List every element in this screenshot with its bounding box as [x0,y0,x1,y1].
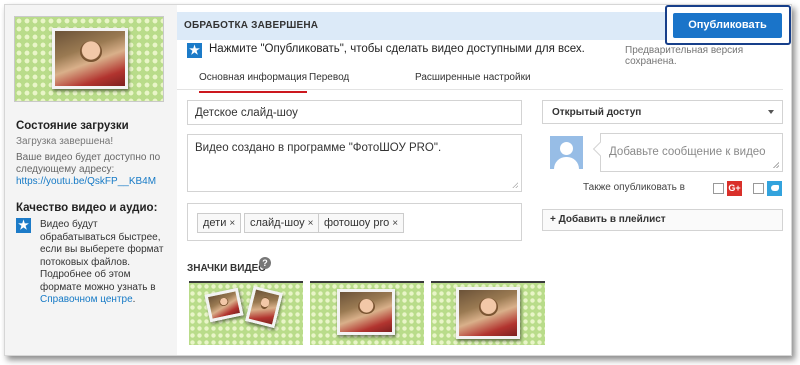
quality-title: Качество видео и аудио: [16,202,158,214]
add-to-playlist-button[interactable]: + Добавить в плейлист [542,209,783,231]
photo-frame [204,287,244,323]
tag-chip: дети × [197,213,242,233]
upload-status-title: Состояние загрузки [16,120,129,132]
upload-panel: Состояние загрузки Загрузка завершена! В… [4,4,792,356]
tag-chip: фотошоу pro × [318,213,405,233]
twitter-icon [767,181,782,196]
title-value: Детское слайд-шоу [195,107,298,119]
video-url-link[interactable]: https://youtu.be/QskFP__KB4M [16,175,156,189]
quality-line: формате можно узнать в [40,281,156,293]
tab-advanced-settings[interactable]: Расширенные настройки [415,72,531,83]
main-area: ОБРАБОТКА ЗАВЕРШЕНА Опубликовать ★ Нажми… [177,5,791,355]
publish-notice: Нажмите "Опубликовать", чтобы сделать ви… [209,43,585,55]
quality-line: если вы выберете формат [40,244,164,255]
also-publish-label: Также опубликовать в [583,182,685,193]
tag-label: фотошоу pro [324,217,390,229]
tab-basic-info[interactable]: Основная информация [199,72,308,93]
photo-frame [52,28,128,89]
child-face [260,296,271,310]
tag-chip: слайд-шоу × [244,213,320,233]
description-value: Видео создано в программе "ФотоШОУ PRO". [195,142,442,154]
saved-status: Предварительная версия сохранена. [625,45,744,67]
video-thumbnail-option[interactable] [431,281,545,345]
resize-handle[interactable] [773,162,779,168]
quality-info: Видео будут обрабатываться быстрее, если… [40,219,163,307]
child-face [479,298,498,316]
chevron-down-icon [768,110,774,114]
privacy-select[interactable]: Открытый доступ [542,100,783,124]
child-face [79,40,102,62]
video-thumbnail-option[interactable] [189,281,303,345]
tab-translation[interactable]: Перевод [309,72,349,83]
help-center-link[interactable]: Справочном центре [40,294,133,305]
description-textarea[interactable]: Видео создано в программе "ФотоШОУ PRO". [187,134,522,192]
remove-tag-icon[interactable]: × [308,218,314,229]
avatar-head [560,142,573,155]
google-plus-icon: G+ [727,181,742,196]
quality-line: Подробнее об этом [40,269,131,280]
tags-input[interactable]: дети × слайд-шоу × фотошоу pro × [187,203,522,241]
quality-line: потоковых файлов. [40,256,131,268]
help-icon[interactable]: ? [259,257,271,269]
upload-status-text: Загрузка завершена! [16,136,114,147]
quality-line: Видео будут [40,219,98,230]
child-face [358,299,375,315]
video-preview-thumbnail [14,16,164,102]
message-placeholder: Добавьте сообщение к видео [609,146,766,158]
photo-frame [456,287,520,339]
quality-line-last: Справочном центре. [40,294,163,307]
tab-bar: Основная информация Перевод Расширенные … [177,65,783,93]
avatar [550,136,583,169]
video-thumbnail-option[interactable] [310,281,424,345]
privacy-value: Открытый доступ [552,107,642,118]
avatar-body [554,157,579,169]
message-input[interactable]: Добавьте сообщение к видео [600,133,783,172]
child-face [218,297,229,308]
processing-status-title: ОБРАБОТКА ЗАВЕРШЕНА [184,20,319,31]
resize-handle[interactable] [512,182,518,188]
sidebar: Состояние загрузки Загрузка завершена! В… [5,5,177,355]
title-input[interactable]: Детское слайд-шоу [187,100,522,125]
thumbnails-title: ЗНАЧКИ ВИДЕО [187,263,267,274]
tag-label: дети [203,217,227,229]
publish-button-highlight: Опубликовать [665,5,791,45]
twitter-checkbox[interactable] [753,183,764,194]
star-icon: ★ [187,43,202,58]
photo-frame [245,285,283,329]
gplus-checkbox[interactable] [713,183,724,194]
tag-label: слайд-шоу [250,217,305,229]
remove-tag-icon[interactable]: × [392,218,398,229]
quality-line: обрабатываться быстрее, [40,231,161,243]
help-center-suffix: . [132,294,136,305]
star-icon: ★ [16,218,31,233]
photo-frame [337,289,395,335]
publish-button[interactable]: Опубликовать [673,13,782,38]
remove-tag-icon[interactable]: × [229,218,235,229]
